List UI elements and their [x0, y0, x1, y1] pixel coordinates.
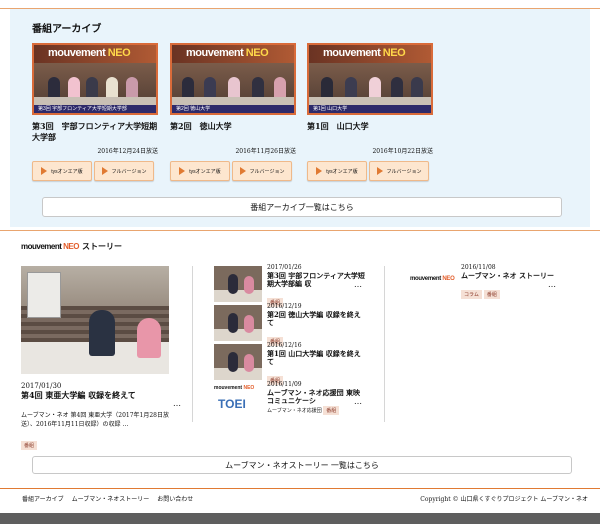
play-icon: [41, 167, 48, 175]
onair-version-button[interactable]: tysオンエア版: [32, 161, 92, 181]
archive-card-date: 2016年10月22日放送: [372, 148, 433, 155]
story-title[interactable]: ムーブマン・ネオ応援団 東映コミュニケーシ: [267, 389, 367, 405]
footer-link-story[interactable]: ムーブマン・ネオストーリー: [72, 494, 150, 503]
story-date: 2016/12/19: [267, 303, 302, 310]
ellipsis: …: [354, 280, 362, 289]
full-version-button[interactable]: フルバージョン: [94, 161, 154, 181]
brand-logo: mouvement NEO: [48, 47, 131, 59]
story-date: 2016/11/09: [267, 381, 302, 388]
story-thumbnail[interactable]: [214, 305, 262, 341]
archive-thumbnail[interactable]: mouvement NEO 第2回 徳山大学: [170, 43, 296, 115]
archive-card: mouvement NEO 第1回 山口大学 第1回 山口大学 2016年10月…: [307, 43, 437, 181]
featured-story: 2017/01/30 第4回 東亜大学編 収録を終えて … ムーブマン・ネオ 第…: [21, 266, 181, 451]
tag-badge[interactable]: コラム: [461, 290, 482, 299]
play-icon: [316, 167, 323, 175]
story-item[interactable]: 2016/12/16 第1回 山口大学編 収録を終えて 番組: [214, 342, 384, 385]
footer-link-archive[interactable]: 番組アーカイブ: [22, 494, 64, 503]
story-title[interactable]: 第2回 徳山大学編 収録を終えて: [267, 311, 367, 327]
toei-logo: TOEI: [218, 397, 246, 411]
onair-version-button[interactable]: tysオンエア版: [307, 161, 367, 181]
featured-story-image[interactable]: [21, 266, 169, 374]
archive-section: 番組アーカイブ mouvement NEO 第3回 宇部フロンティア大学短期大学…: [10, 9, 590, 227]
archive-title: 番組アーカイブ: [32, 24, 102, 35]
footer-link-contact[interactable]: お問い合わせ: [157, 494, 193, 503]
story-heading: mouvement NEO ストーリー: [21, 241, 122, 252]
section-divider: [0, 230, 600, 231]
story-thumbnail[interactable]: mouvement NEO TOEI: [214, 383, 262, 419]
play-icon: [179, 167, 186, 175]
archive-thumbnail[interactable]: mouvement NEO 第3回 宇部フロンティア大学短期大学部: [32, 43, 158, 115]
brand-logo: mouvement NEO: [186, 47, 269, 59]
footer-rule: [0, 488, 600, 489]
story-date: 2017/01/26: [267, 264, 302, 271]
archive-card: mouvement NEO 第2回 徳山大学 第2回 徳山大学 2016年11月…: [170, 43, 300, 181]
ellipsis: …: [354, 397, 362, 406]
featured-story-date: 2017/01/30: [21, 382, 62, 390]
story-item[interactable]: 2017/01/26 第3回 宇部フロンティア大学短期大学部編 収 番組 …: [214, 264, 384, 307]
story-title[interactable]: 第3回 宇部フロンティア大学短期大学部編 収: [267, 272, 367, 288]
ellipsis: …: [173, 399, 181, 408]
thumbnail-caption: 第1回 山口大学: [309, 105, 431, 113]
play-icon: [376, 167, 383, 175]
story-thumbnail[interactable]: mouvement NEO: [408, 266, 456, 302]
story-item[interactable]: mouvement NEO 2016/11/08 ムーブマン・ネオ ストーリー …: [408, 264, 578, 306]
full-version-button[interactable]: フルバージョン: [369, 161, 429, 181]
story-date: 2016/12/16: [267, 342, 302, 349]
story-date: 2016/11/08: [461, 264, 496, 271]
thumbnail-caption: 第2回 徳山大学: [172, 105, 294, 113]
tag-badge[interactable]: 番組: [483, 290, 500, 299]
featured-story-title[interactable]: 第4回 東亜大学編 収録を終えて: [21, 390, 181, 400]
tag-badge[interactable]: 番組: [21, 441, 38, 450]
brand-logo: mouvement NEO: [323, 47, 406, 59]
play-icon: [101, 167, 108, 175]
story-heading-label: ストーリー: [81, 242, 122, 251]
column-divider: [384, 266, 385, 422]
archive-card-date: 2016年11月26日放送: [235, 148, 296, 155]
archive-card-title[interactable]: 第3回 宇部フロンティア大学短期大学部: [32, 121, 162, 143]
archive-card-title[interactable]: 第2回 徳山大学: [170, 121, 300, 143]
brand-logo: mouvement NEO: [214, 385, 255, 391]
brand-logo: mouvement NEO: [410, 276, 455, 282]
column-divider: [192, 266, 193, 422]
story-thumbnail[interactable]: [214, 344, 262, 380]
story-title[interactable]: ムーブマン・ネオ ストーリー: [461, 272, 561, 280]
footer-nav: 番組アーカイブ ムーブマン・ネオストーリー お問い合わせ: [22, 494, 193, 503]
copyright: Copyright © 山口県くすぐりプロジェクト ムーブマン・ネオ: [420, 496, 588, 503]
featured-story-excerpt: ムーブマン・ネオ 第4回 東亜大学（2017年1月28日放送）、2016年11月…: [21, 412, 169, 428]
onair-version-button[interactable]: tysオンエア版: [170, 161, 230, 181]
archive-card-date: 2016年12月24日放送: [97, 148, 158, 155]
ellipsis: …: [548, 280, 556, 289]
tag-badge[interactable]: 番組: [323, 406, 340, 415]
bottom-bar: [0, 513, 600, 524]
story-thumbnail[interactable]: [214, 266, 262, 302]
story-subtitle: ムーブマン・ネオ応援団: [267, 408, 322, 414]
full-version-button[interactable]: フルバージョン: [232, 161, 292, 181]
archive-thumbnail[interactable]: mouvement NEO 第1回 山口大学: [307, 43, 433, 115]
story-item[interactable]: mouvement NEO TOEI 2016/11/09 ムーブマン・ネオ応援…: [214, 381, 384, 423]
play-icon: [239, 167, 246, 175]
archive-card: mouvement NEO 第3回 宇部フロンティア大学短期大学部 第3回 宇部…: [32, 43, 162, 181]
story-item[interactable]: 2016/12/19 第2回 徳山大学編 収録を終えて 番組: [214, 303, 384, 346]
story-list-button[interactable]: ムーブマン・ネオストーリー 一覧はこちら: [32, 456, 572, 474]
story-title[interactable]: 第1回 山口大学編 収録を終えて: [267, 350, 367, 366]
archive-card-title[interactable]: 第1回 山口大学: [307, 121, 437, 143]
thumbnail-caption: 第3回 宇部フロンティア大学短期大学部: [34, 105, 156, 113]
brand-logo: mouvement NEO: [21, 242, 79, 251]
archive-list-button[interactable]: 番組アーカイブ一覧はこちら: [42, 197, 562, 217]
